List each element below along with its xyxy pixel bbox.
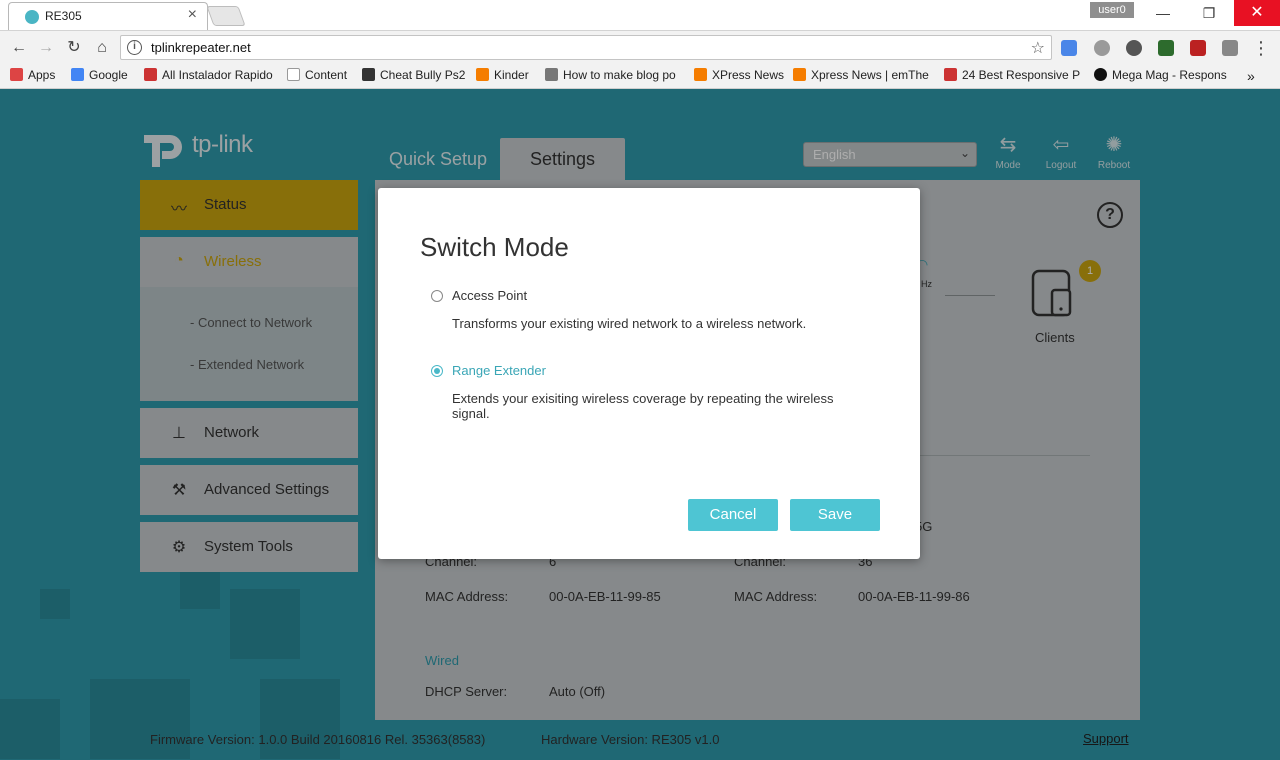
info-icon[interactable]: i <box>127 40 142 55</box>
range-extender-description: Extends your exisiting wireless coverage… <box>452 391 834 421</box>
close-icon[interactable]: × <box>188 6 197 24</box>
save-button[interactable]: Save <box>790 499 880 531</box>
address-bar-url[interactable]: tplinkrepeater.net <box>151 40 251 55</box>
bookmark-google[interactable]: Google <box>71 68 128 82</box>
switch-mode-dialog: Switch Mode Access Point Transforms your… <box>378 188 920 559</box>
bookmark-how-to-make-blog[interactable]: How to make blog po <box>545 68 681 82</box>
radio-range-extender[interactable] <box>431 365 443 377</box>
bookmark-site-icon <box>944 68 957 81</box>
range-extender-label[interactable]: Range Extender <box>452 363 546 378</box>
bookmark-xpress-news[interactable]: XPress News <box>694 68 784 82</box>
bookmark-site-icon <box>144 68 157 81</box>
window-close-button[interactable]: ✕ <box>1234 0 1280 26</box>
camera-extension-icon[interactable] <box>1222 40 1238 56</box>
address-bar[interactable]: i tplinkrepeater.net ☆ <box>120 35 1052 60</box>
bookmark-24-best-responsive[interactable]: 24 Best Responsive Pr <box>944 68 1080 82</box>
bookmark-cheat-bully[interactable]: Cheat Bully Ps2 <box>362 68 465 82</box>
bookmark-xpress-news-emthe[interactable]: Xpress News | emThe <box>793 68 929 82</box>
bookmarks-bar: Apps Google All Instalador Rapido Conten… <box>0 64 1280 89</box>
blogger-icon <box>476 68 489 81</box>
cancel-button[interactable]: Cancel <box>688 499 778 531</box>
bookmark-star-icon[interactable]: ☆ <box>1031 38 1045 58</box>
bookmark-kinder[interactable]: Kinder <box>476 68 529 82</box>
bookmark-all-instalador[interactable]: All Instalador Rapido <box>144 68 276 82</box>
window-minimize-button[interactable]: — <box>1140 0 1186 26</box>
page-icon <box>287 68 300 81</box>
bookmark-site-icon <box>1094 68 1107 81</box>
translate-extension-icon[interactable] <box>1061 40 1077 56</box>
tplink-favicon-icon <box>25 10 39 24</box>
home-icon[interactable]: ⌂ <box>91 37 113 59</box>
browser-tab-title: RE305 <box>45 9 82 23</box>
radio-access-point[interactable] <box>431 290 443 302</box>
blogger-icon <box>694 68 707 81</box>
forward-arrow-icon[interactable]: → <box>35 37 57 59</box>
bookmark-apps[interactable]: Apps <box>10 68 55 82</box>
bookmark-content[interactable]: Content <box>287 68 347 82</box>
hash-icon <box>545 68 558 81</box>
new-tab-button[interactable] <box>206 6 246 26</box>
extension-icon[interactable] <box>1094 40 1110 56</box>
window-restore-button[interactable]: ❐ <box>1186 0 1232 26</box>
google-icon <box>71 68 84 81</box>
menu-kebab-icon[interactable]: ⋮ <box>1250 37 1272 59</box>
extension-icon[interactable] <box>1190 40 1206 56</box>
reload-icon[interactable]: ↻ <box>63 37 85 59</box>
access-point-label[interactable]: Access Point <box>452 288 527 303</box>
browser-tab-re305[interactable]: RE305 × <box>8 2 208 30</box>
back-arrow-icon[interactable]: ← <box>8 37 30 59</box>
browser-user-badge[interactable]: user0 <box>1090 2 1134 18</box>
bookmark-mega-mag[interactable]: Mega Mag - Respons <box>1094 68 1232 82</box>
browser-tabstrip: RE305 × user0 — ❐ ✕ <box>0 0 1280 30</box>
access-point-description: Transforms your existing wired network t… <box>452 316 807 331</box>
browser-navbar: ← → ↻ ⌂ i tplinkrepeater.net ☆ ⋮ <box>0 30 1280 64</box>
blogger-icon <box>793 68 806 81</box>
download-extension-icon[interactable] <box>1158 40 1174 56</box>
dialog-title: Switch Mode <box>420 232 569 262</box>
apps-grid-icon <box>10 68 23 81</box>
gamepad-icon <box>362 68 375 81</box>
more-bookmarks-icon[interactable]: » <box>1247 68 1255 84</box>
extension-icon[interactable] <box>1126 40 1142 56</box>
